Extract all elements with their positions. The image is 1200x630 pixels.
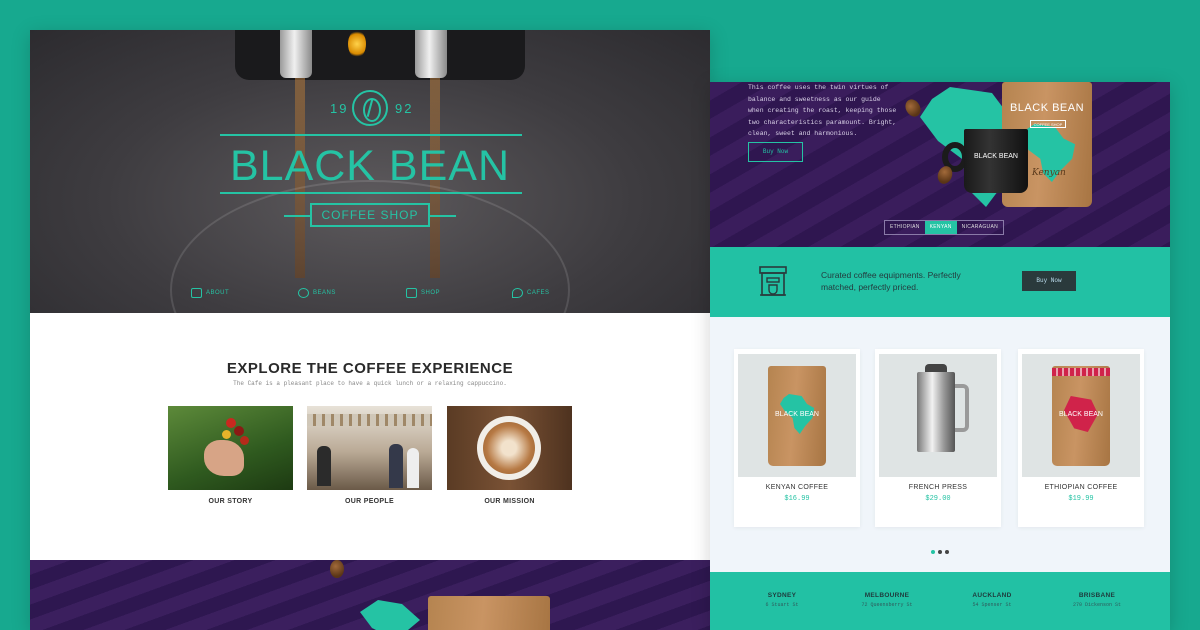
coffee-cherries-image [168,406,293,490]
coffee-bag-image [428,596,550,630]
africa-map-shape [360,600,420,630]
card-label: OUR PEOPLE [345,498,394,505]
camera-icon [191,288,202,298]
bag-brand: BLACK BEAN [1059,411,1103,418]
espresso-machine-icon [759,266,787,296]
nav-cafes[interactable]: CAFES [512,288,550,298]
carousel-dot[interactable] [945,550,949,554]
coffee-bean-image [330,560,344,578]
location-brisbane: BRISBANE 270 Dickenson St [1047,592,1147,608]
origin-tabs: ETHIOPIAN KENYAN NICARAGUAN [884,220,1004,235]
press-lid [925,364,947,372]
product-price: $19.99 [1068,495,1094,503]
bag-brand: BLACK BEAN [775,411,819,418]
explore-title: EXPLORE THE COFFEE EXPERIENCE [226,360,514,377]
french-press-image [917,372,955,452]
bag-icon [406,288,417,298]
promo-section: This coffee uses the twin virtues of bal… [710,82,1170,247]
location-city: AUCKLAND [972,592,1012,599]
nav-label: CAFES [527,290,550,296]
cafe-interior-image [307,406,432,490]
location-address: 270 Dickenson St [1072,602,1121,608]
left-spout [280,30,312,78]
divider-bottom [220,192,522,194]
bean-icon [298,288,309,298]
shop-page-preview: This coffee uses the twin virtues of bal… [710,82,1170,630]
product-price: $16.99 [784,495,810,503]
kenyan-bag-image: BLACK BEAN [768,366,826,466]
mug-brand: BLACK BEAN [974,153,1018,160]
tab-kenyan[interactable]: KENYAN [924,221,957,234]
product-image: BLACK BEAN [1022,354,1140,477]
card-our-story[interactable]: OUR STORY [168,406,293,505]
brand-name: BLACK BEAN [229,142,511,190]
ribbon-line-left [284,215,310,217]
explore-subtitle: The Cafe is a pleasant place to have a q… [233,380,507,387]
ethiopian-bag-image: BLACK BEAN [1052,366,1110,466]
card-label: OUR STORY [208,498,253,505]
product-image: BLACK BEAN [738,354,856,477]
product-image [879,354,997,477]
product-card-french-press[interactable]: FRENCH PRESS $29.00 [875,349,1001,527]
location-sydney: SYDNEY 6 Stuart St [732,592,832,608]
brand-logo: 19 92 BLACK BEAN COFFEE SHOP [30,90,710,227]
product-card-kenyan[interactable]: BLACK BEAN KENYAN COFFEE $16.99 [734,349,860,527]
equipment-buy-button[interactable]: Buy Now [1022,271,1076,291]
divider-top [220,134,522,136]
latte-art-image [447,406,572,490]
card-our-mission[interactable]: OUR MISSION [447,406,572,505]
location-city: SYDNEY [767,592,797,599]
location-address: 54 Spenser St [972,602,1012,608]
card-our-people[interactable]: OUR PEOPLE [307,406,432,505]
coffee-bean-icon [352,90,388,126]
card-label: OUR MISSION [484,498,535,505]
location-address: 72 Queensberry St [861,602,913,608]
nav-label: BEANS [313,290,336,296]
product-card-ethiopian[interactable]: BLACK BEAN ETHIOPIAN COFFEE $19.99 [1018,349,1144,527]
locations-footer: SYDNEY 6 Stuart St MELBOURNE 72 Queensbe… [710,572,1170,630]
equipment-text: Curated coffee equipments. Perfectly mat… [821,270,961,292]
hero-nav: ABOUT BEANS SHOP CAFES [30,288,710,302]
nav-label: ABOUT [206,290,230,296]
bag-subtitle: COFFEE SHOP [1030,120,1066,128]
equipment-banner: Curated coffee equipments. Perfectly mat… [710,247,1170,317]
nav-label: SHOP [421,290,441,296]
ribbon-line-right [430,215,456,217]
right-spout [415,30,447,78]
location-city: BRISBANE [1078,592,1116,599]
map-pin-icon [512,288,523,298]
machine-light [348,30,366,58]
featured-coffee-banner [30,560,710,630]
tab-nicaraguan[interactable]: NICARAGUAN [957,221,1003,234]
location-address: 6 Stuart St [765,602,799,608]
hero-section: 19 92 BLACK BEAN COFFEE SHOP ABOUT BEANS [30,30,710,313]
product-name: KENYAN COFFEE [765,484,829,491]
nav-shop[interactable]: SHOP [406,288,440,298]
promo-buy-button[interactable]: Buy Now [748,142,803,162]
tab-ethiopian[interactable]: ETHIOPIAN [885,221,925,234]
espresso-machine-image [235,30,525,80]
year-right: 92 [395,101,414,116]
location-melbourne: MELBOURNE 72 Queensberry St [837,592,937,608]
tagline-ribbon: COFFEE SHOP [310,203,430,227]
carousel-dot[interactable] [931,550,935,554]
landing-page-preview: 19 92 BLACK BEAN COFFEE SHOP ABOUT BEANS [30,30,710,630]
bag-brand: BLACK BEAN [1009,102,1085,114]
bag-flavor: Kenyan [1032,168,1066,178]
product-name: FRENCH PRESS [908,484,968,491]
product-price: $29.00 [925,495,951,503]
carousel-dots [931,550,949,554]
press-handle [955,384,969,432]
product-name: ETHIOPIAN COFFEE [1044,484,1118,491]
year-left: 19 [330,101,349,116]
nav-beans[interactable]: BEANS [298,288,336,298]
location-auckland: AUCKLAND 54 Spenser St [942,592,1042,608]
nav-about[interactable]: ABOUT [191,288,229,298]
promo-description: This coffee uses the twin virtues of bal… [748,84,897,137]
location-city: MELBOURNE [864,592,910,599]
coffee-mug-image: BLACK BEAN [964,129,1028,193]
carousel-dot[interactable] [938,550,942,554]
